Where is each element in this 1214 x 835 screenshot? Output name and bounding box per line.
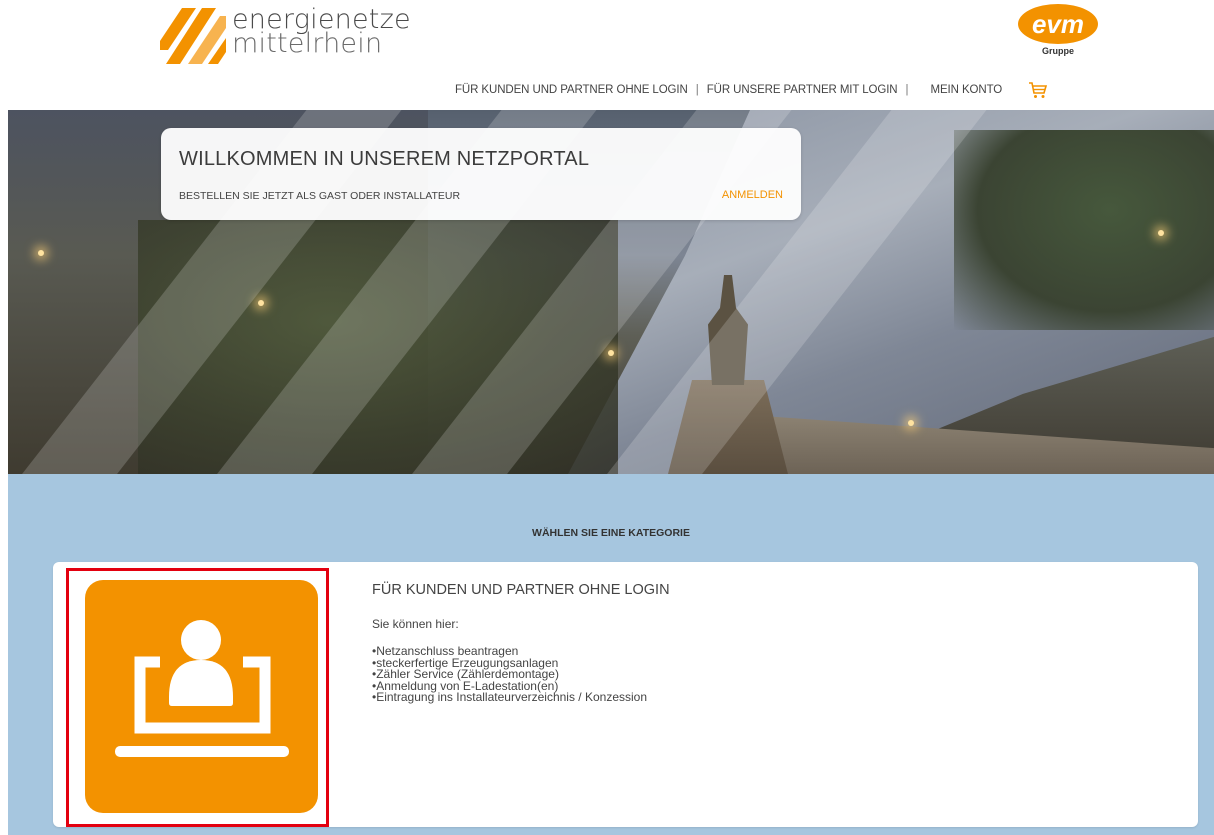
category-intro: Sie können hier:: [372, 617, 459, 631]
welcome-subtitle: BESTELLEN SIE JETZT ALS GAST ODER INSTAL…: [179, 190, 461, 202]
category-heading: WÄHLEN SIE EINE KATEGORIE: [532, 527, 690, 539]
logo-stripes-icon: [160, 8, 226, 64]
nav-separator: |: [695, 84, 699, 96]
site-header: energienetze mittelrhein evm Gruppe FÜR …: [0, 0, 1214, 110]
nav-mein-konto[interactable]: MEIN KONTO: [931, 84, 1003, 96]
category-tile-kunden[interactable]: [85, 580, 318, 813]
nav-kunden-ohne-login[interactable]: FÜR KUNDEN UND PARTNER OHNE LOGIN: [455, 84, 688, 96]
hero-light: [258, 300, 264, 306]
cart-icon[interactable]: [1028, 81, 1048, 99]
nav-separator: |: [905, 84, 909, 96]
top-navigation: FÜR KUNDEN UND PARTNER OHNE LOGIN | FÜR …: [455, 81, 1048, 99]
category-title[interactable]: FÜR KUNDEN UND PARTNER OHNE LOGIN: [372, 582, 670, 598]
evm-logo-text: evm: [1032, 9, 1084, 39]
evm-gruppe-label: Gruppe: [1042, 46, 1075, 56]
hero-light: [908, 420, 914, 426]
category-bullet-list: Netzanschluss beantragen steckerfertige …: [372, 645, 647, 704]
logo-line2: mittelrhein: [232, 28, 383, 59]
hero-light: [1158, 230, 1164, 236]
user-laptop-icon: [115, 620, 289, 757]
anmelden-link[interactable]: ANMELDEN: [722, 189, 783, 201]
brand-logo[interactable]: energienetze mittelrhein: [160, 6, 411, 68]
welcome-box: WILLKOMMEN IN UNSEREM NETZPORTAL BESTELL…: [161, 128, 801, 220]
nav-partner-mit-login[interactable]: FÜR UNSERE PARTNER MIT LOGIN: [707, 84, 898, 96]
list-item: Eintragung ins Installateurverzeichnis /…: [372, 691, 647, 704]
hero-light: [38, 250, 44, 256]
hero-light: [608, 350, 614, 356]
welcome-title: WILLKOMMEN IN UNSEREM NETZPORTAL: [179, 148, 590, 170]
hero-trees-right: [954, 130, 1214, 330]
